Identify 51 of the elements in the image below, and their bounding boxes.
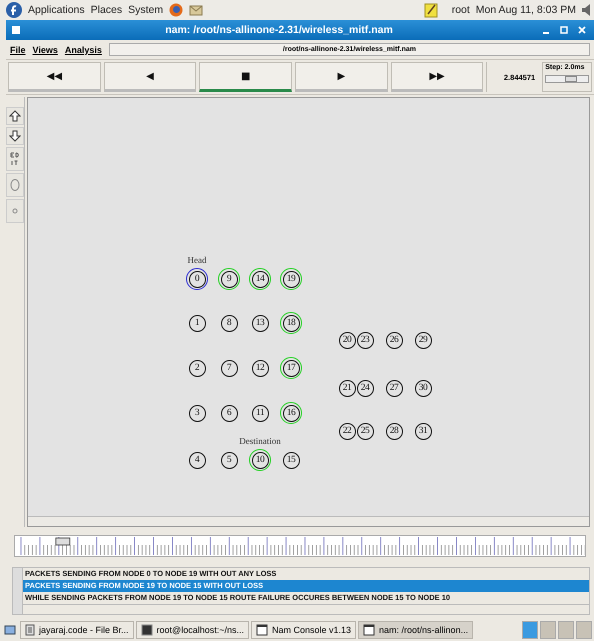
node-caption: Head [188,255,206,265]
clock[interactable]: Mon Aug 11, 8:03 PM [476,4,576,16]
vertical-scrollbar[interactable] [13,568,23,614]
workspace-switcher[interactable] [558,621,574,639]
show-desktop-icon[interactable] [2,624,18,636]
network-node[interactable]: 17 [280,357,302,379]
network-node[interactable]: 0 [186,268,208,290]
playback-button[interactable]: ◀◀ [8,62,101,92]
step-slider[interactable] [545,75,590,83]
edit-tool-icon[interactable] [6,147,24,171]
circle-tool-icon[interactable] [6,199,24,223]
timeline-drawing[interactable] [14,535,586,557]
panel-menu[interactable]: Places [90,4,122,16]
playback-button[interactable]: ◀ [104,62,196,92]
notes-icon[interactable] [424,2,438,18]
zoom-out-icon[interactable] [6,127,24,145]
menu-item[interactable]: Analysis [64,44,102,54]
user-name: root [452,4,470,16]
zoom-in-icon[interactable] [6,107,24,125]
slider-thumb[interactable] [565,76,578,82]
oval-tool-icon[interactable] [6,173,24,197]
menu-item[interactable]: File [10,44,26,54]
workspace-switcher[interactable] [576,621,592,639]
network-node[interactable]: 16 [280,402,302,424]
network-node[interactable]: 19 [280,268,302,290]
network-node[interactable]: 10 [249,449,271,471]
window-icon [363,624,376,636]
speaker-icon[interactable] [582,3,590,17]
taskbar-button[interactable]: jayaraj.code - File Br... [20,621,134,639]
window-icon [256,624,268,636]
taskbar-button[interactable]: nam: /root/ns-allinon... [358,621,474,639]
workspace-switcher[interactable] [540,621,556,639]
terminal-icon [140,624,153,636]
window-title: nam: /root/ns-allinone-2.31/wireless_mitf.nam [164,24,394,36]
node-caption: Destination [239,436,281,446]
taskbar-button[interactable]: Nam Console v1.13 [250,621,356,639]
distro-logo-icon[interactable] [6,2,22,18]
playback-button[interactable]: ■ [199,62,292,92]
mail-icon[interactable] [189,3,204,17]
network-node[interactable]: 18 [280,312,302,334]
network-node[interactable]: 9 [218,268,240,290]
playback-button[interactable]: ▶ [295,62,388,92]
workspace-switcher[interactable] [522,621,538,639]
browser-icon[interactable] [169,3,184,17]
playback-button[interactable]: ▶▶ [390,62,484,92]
panel-menu[interactable]: System [128,4,164,16]
panel-menu[interactable]: Applications [28,4,85,16]
network-node[interactable]: 14 [249,268,271,290]
menu-item[interactable]: Views [32,44,58,54]
taskbar-button[interactable]: root@localhost:~/ns... [136,621,249,639]
document-icon [25,624,35,636]
